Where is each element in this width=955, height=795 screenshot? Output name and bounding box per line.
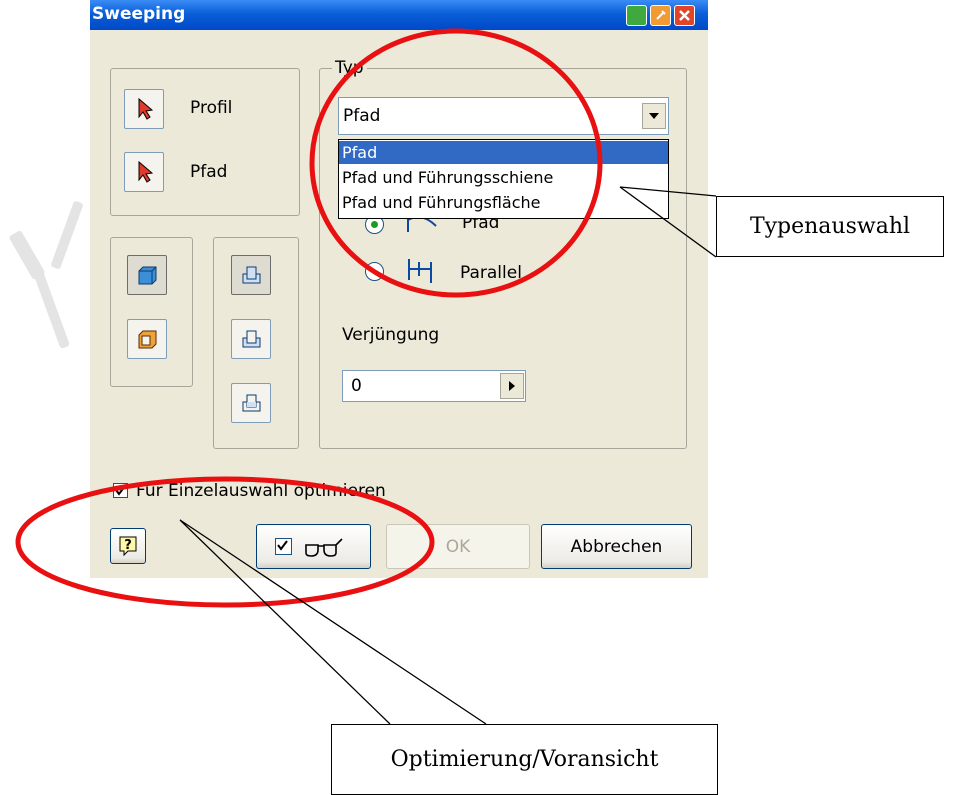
ok-button[interactable]: OK (386, 524, 530, 569)
cut-operation-button[interactable] (231, 319, 271, 359)
type-select-value: Pfad (343, 106, 381, 126)
minimize-icon[interactable] (626, 5, 647, 26)
taper-arrow-button[interactable] (500, 373, 524, 399)
type-option-path-rail[interactable]: Pfad und Führungsschiene (339, 166, 668, 189)
type-option-path[interactable]: Pfad (339, 141, 668, 164)
profile-label: Profil (190, 98, 233, 118)
options-icon[interactable] (650, 5, 671, 26)
optimize-callout: Optimierung/Voransicht (331, 724, 718, 795)
solid-output-button[interactable] (127, 255, 167, 295)
type-callout: Typenauswahl (716, 196, 944, 257)
type-options-list: Pfad Pfad und Führungsschiene Pfad und F… (338, 139, 669, 219)
join-operation-button[interactable] (231, 255, 271, 295)
cancel-button[interactable]: Abbrechen (541, 524, 692, 569)
type-select[interactable]: Pfad (338, 97, 669, 135)
taper-input[interactable]: 0 (342, 370, 526, 402)
watermark-stroke (50, 200, 84, 270)
type-dropdown-arrow[interactable] (642, 103, 666, 129)
parallel-radio-label: Parallel (460, 263, 522, 283)
profile-select-button[interactable] (124, 89, 164, 129)
path-select-button[interactable] (124, 152, 164, 192)
preview-checkbox (275, 538, 292, 555)
preview-toggle-button[interactable] (256, 524, 371, 569)
taper-label: Verjüngung (342, 325, 440, 345)
svg-text:?: ? (124, 538, 132, 553)
taper-value: 0 (351, 376, 362, 396)
dialog-title: Sweeping (92, 4, 186, 24)
help-button[interactable]: ? (110, 528, 146, 564)
close-icon[interactable] (674, 5, 695, 26)
type-group-legend: Typ (332, 58, 367, 78)
intersect-operation-button[interactable] (231, 383, 271, 423)
path-label: Pfad (190, 162, 228, 182)
watermark-stroke (29, 261, 71, 349)
parallel-radio[interactable] (365, 262, 384, 281)
optimize-label: Für Einzelauswahl optimieren (136, 481, 386, 501)
type-option-path-surface[interactable]: Pfad und Führungsfläche (339, 191, 668, 214)
parallel-orientation-icon (408, 259, 432, 283)
surface-output-button[interactable] (127, 319, 167, 359)
help-icon: ? (119, 536, 137, 557)
glasses-icon (305, 537, 343, 557)
optimize-checkbox[interactable] (113, 483, 128, 498)
